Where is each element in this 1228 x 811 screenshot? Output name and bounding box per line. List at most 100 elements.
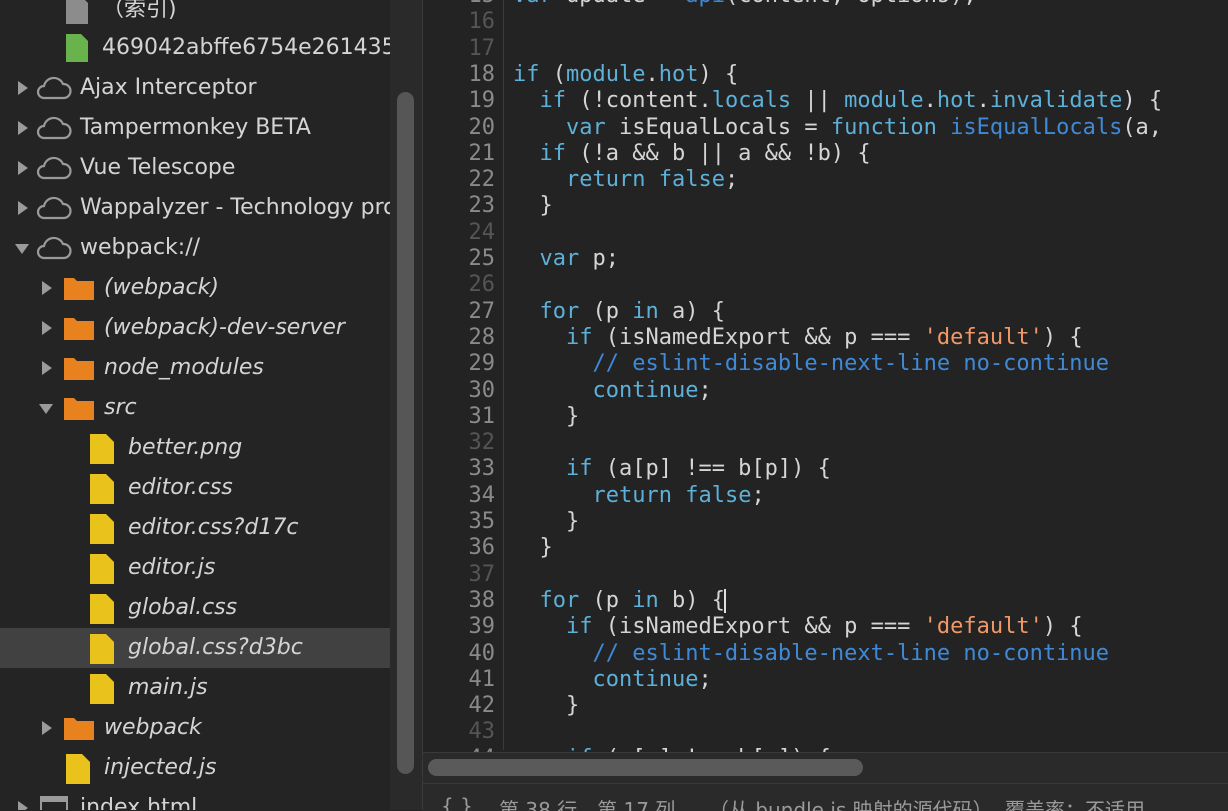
tree-item-webpack-sub[interactable]: webpack xyxy=(0,708,390,748)
code-token: ; xyxy=(698,666,712,692)
sidebar-scrollbar-thumb[interactable] xyxy=(397,92,414,774)
code-line[interactable]: } xyxy=(513,509,579,535)
tree-item-editor-css-d17c[interactable]: editor.css?d17c xyxy=(0,508,390,548)
code-line[interactable]: } xyxy=(513,193,552,219)
tree-item-main-js[interactable]: main.js xyxy=(0,668,390,708)
tree-item-src[interactable]: src xyxy=(0,388,390,428)
code-line[interactable]: var p; xyxy=(513,246,620,272)
line-number[interactable]: 36 xyxy=(425,535,496,561)
tree-item-webpack-folder[interactable]: (webpack) xyxy=(0,268,390,308)
code-token: hot xyxy=(936,88,977,114)
code-line[interactable]: if (isNamedExport && p === 'default') { xyxy=(513,325,1083,351)
tree-item-index[interactable]: （索引) xyxy=(0,0,390,30)
line-number[interactable]: 42 xyxy=(425,693,496,719)
editor-horizontal-scrollbar-thumb[interactable] xyxy=(428,759,863,776)
tree-item-editor-js[interactable]: editor.js xyxy=(0,548,390,588)
file-icon xyxy=(66,754,90,790)
code-line[interactable]: return false; xyxy=(513,483,764,509)
code-line[interactable]: if (!a && b || a && !b) { xyxy=(513,141,871,167)
expand-arrow-icon[interactable] xyxy=(42,281,52,295)
code-line[interactable]: return false; xyxy=(513,167,738,193)
line-number[interactable]: 21 xyxy=(425,141,496,167)
expand-arrow-icon[interactable] xyxy=(42,361,52,375)
expand-arrow-icon[interactable] xyxy=(42,321,52,335)
tree-item-label: (webpack) xyxy=(104,275,219,300)
code-line[interactable]: if (!content.locals || module.hot.invali… xyxy=(513,88,1163,114)
code-line[interactable]: // eslint-disable-next-line no-continue xyxy=(513,351,1109,377)
line-number[interactable]: 27 xyxy=(425,299,496,325)
line-number[interactable]: 29 xyxy=(425,351,496,377)
line-number[interactable]: 20 xyxy=(425,115,496,141)
code-line[interactable]: continue; xyxy=(513,666,712,693)
line-number[interactable]: 32 xyxy=(425,430,496,456)
line-number[interactable]: 28 xyxy=(425,325,496,351)
collapse-arrow-icon[interactable] xyxy=(39,404,53,414)
code-editor[interactable]: 1516171819202122232425262728293031323334… xyxy=(423,0,1228,811)
collapse-arrow-icon[interactable] xyxy=(15,244,29,254)
expand-arrow-icon[interactable] xyxy=(18,801,28,810)
code-token: 'default' xyxy=(923,614,1043,640)
tree-item-node-modules[interactable]: node_modules xyxy=(0,348,390,388)
tree-item-editor-css[interactable]: editor.css xyxy=(0,468,390,508)
code-token: for xyxy=(539,587,580,613)
tree-item-global-css-d3bc[interactable]: global.css?d3bc xyxy=(0,628,390,668)
tree-item-injected-js[interactable]: injected.js xyxy=(0,748,390,788)
line-number[interactable]: 15 xyxy=(425,0,496,9)
line-number[interactable]: 38 xyxy=(425,588,496,614)
line-number[interactable]: 19 xyxy=(425,88,496,114)
code-line[interactable]: var update = api(content, options); xyxy=(513,0,977,9)
code-token: ; xyxy=(724,167,739,193)
pretty-print-button[interactable]: { } xyxy=(441,794,473,811)
line-number[interactable]: 37 xyxy=(425,562,496,588)
line-number[interactable]: 24 xyxy=(425,220,496,246)
tree-item-tampermonkey[interactable]: Tampermonkey BETA xyxy=(0,108,390,148)
tree-item-label: (webpack)-dev-server xyxy=(104,315,345,340)
line-number[interactable]: 40 xyxy=(425,641,496,667)
code-line[interactable]: } xyxy=(513,693,579,719)
code-line[interactable]: continue; xyxy=(513,378,711,404)
tree-item-index-html[interactable]: index.html xyxy=(0,788,390,810)
expand-arrow-icon[interactable] xyxy=(18,81,28,95)
line-number[interactable]: 18 xyxy=(425,62,496,88)
line-number[interactable]: 25 xyxy=(425,246,496,272)
line-number[interactable]: 16 xyxy=(425,9,496,35)
line-number[interactable]: 39 xyxy=(425,614,496,640)
expand-arrow-icon[interactable] xyxy=(42,721,52,735)
line-number[interactable]: 33 xyxy=(425,456,496,482)
line-number[interactable]: 26 xyxy=(425,272,496,298)
line-number[interactable]: 17 xyxy=(425,36,496,62)
line-number[interactable]: 22 xyxy=(425,167,496,193)
tree-item-webpack-root[interactable]: webpack:// xyxy=(0,228,390,268)
line-number[interactable]: 23 xyxy=(425,193,496,219)
expand-arrow-icon[interactable] xyxy=(18,161,28,175)
code-line[interactable]: if (a[p] !== b[p]) { xyxy=(513,456,831,482)
code-line[interactable]: for (p in b) { xyxy=(513,588,726,614)
tree-item-ajax-interceptor[interactable]: Ajax Interceptor xyxy=(0,68,390,108)
code-line[interactable]: if (isNamedExport && p === 'default') { xyxy=(513,614,1083,640)
tree-item-vue-telescope[interactable]: Vue Telescope xyxy=(0,148,390,188)
expand-arrow-icon[interactable] xyxy=(18,121,28,135)
code-line[interactable]: // eslint-disable-next-line no-continue xyxy=(513,641,1109,667)
line-number[interactable]: 30 xyxy=(425,378,496,404)
line-number[interactable]: 34 xyxy=(425,483,496,509)
line-number[interactable]: 43 xyxy=(425,719,496,745)
tree-item-global-css[interactable]: global.css xyxy=(0,588,390,628)
code-line[interactable]: if (module.hot) { xyxy=(513,62,738,88)
line-number[interactable]: 31 xyxy=(425,404,496,430)
tree-item-hash-file[interactable]: 469042abffe6754e261435f xyxy=(0,28,390,68)
code-line[interactable]: var isEqualLocals = function isEqualLoca… xyxy=(513,115,1162,141)
line-number[interactable]: 41 xyxy=(425,667,496,693)
tree-item-wappalyzer[interactable]: Wappalyzer - Technology pro xyxy=(0,188,390,228)
tree-item-better-png[interactable]: better.png xyxy=(0,428,390,468)
tree-item-webpack-dev-server[interactable]: (webpack)-dev-server xyxy=(0,308,390,348)
code-token: a) { xyxy=(658,298,725,324)
code-line[interactable]: } xyxy=(513,404,579,430)
code-line[interactable]: for (p in a) { xyxy=(513,299,725,325)
line-number[interactable]: 35 xyxy=(425,509,496,535)
source-map-info[interactable]: （从 bundle.js 映射的源代码） xyxy=(709,794,993,811)
expand-arrow-icon[interactable] xyxy=(18,201,28,215)
code-line[interactable]: } xyxy=(513,535,552,561)
tree-item-label: Wappalyzer - Technology pro xyxy=(80,195,390,220)
